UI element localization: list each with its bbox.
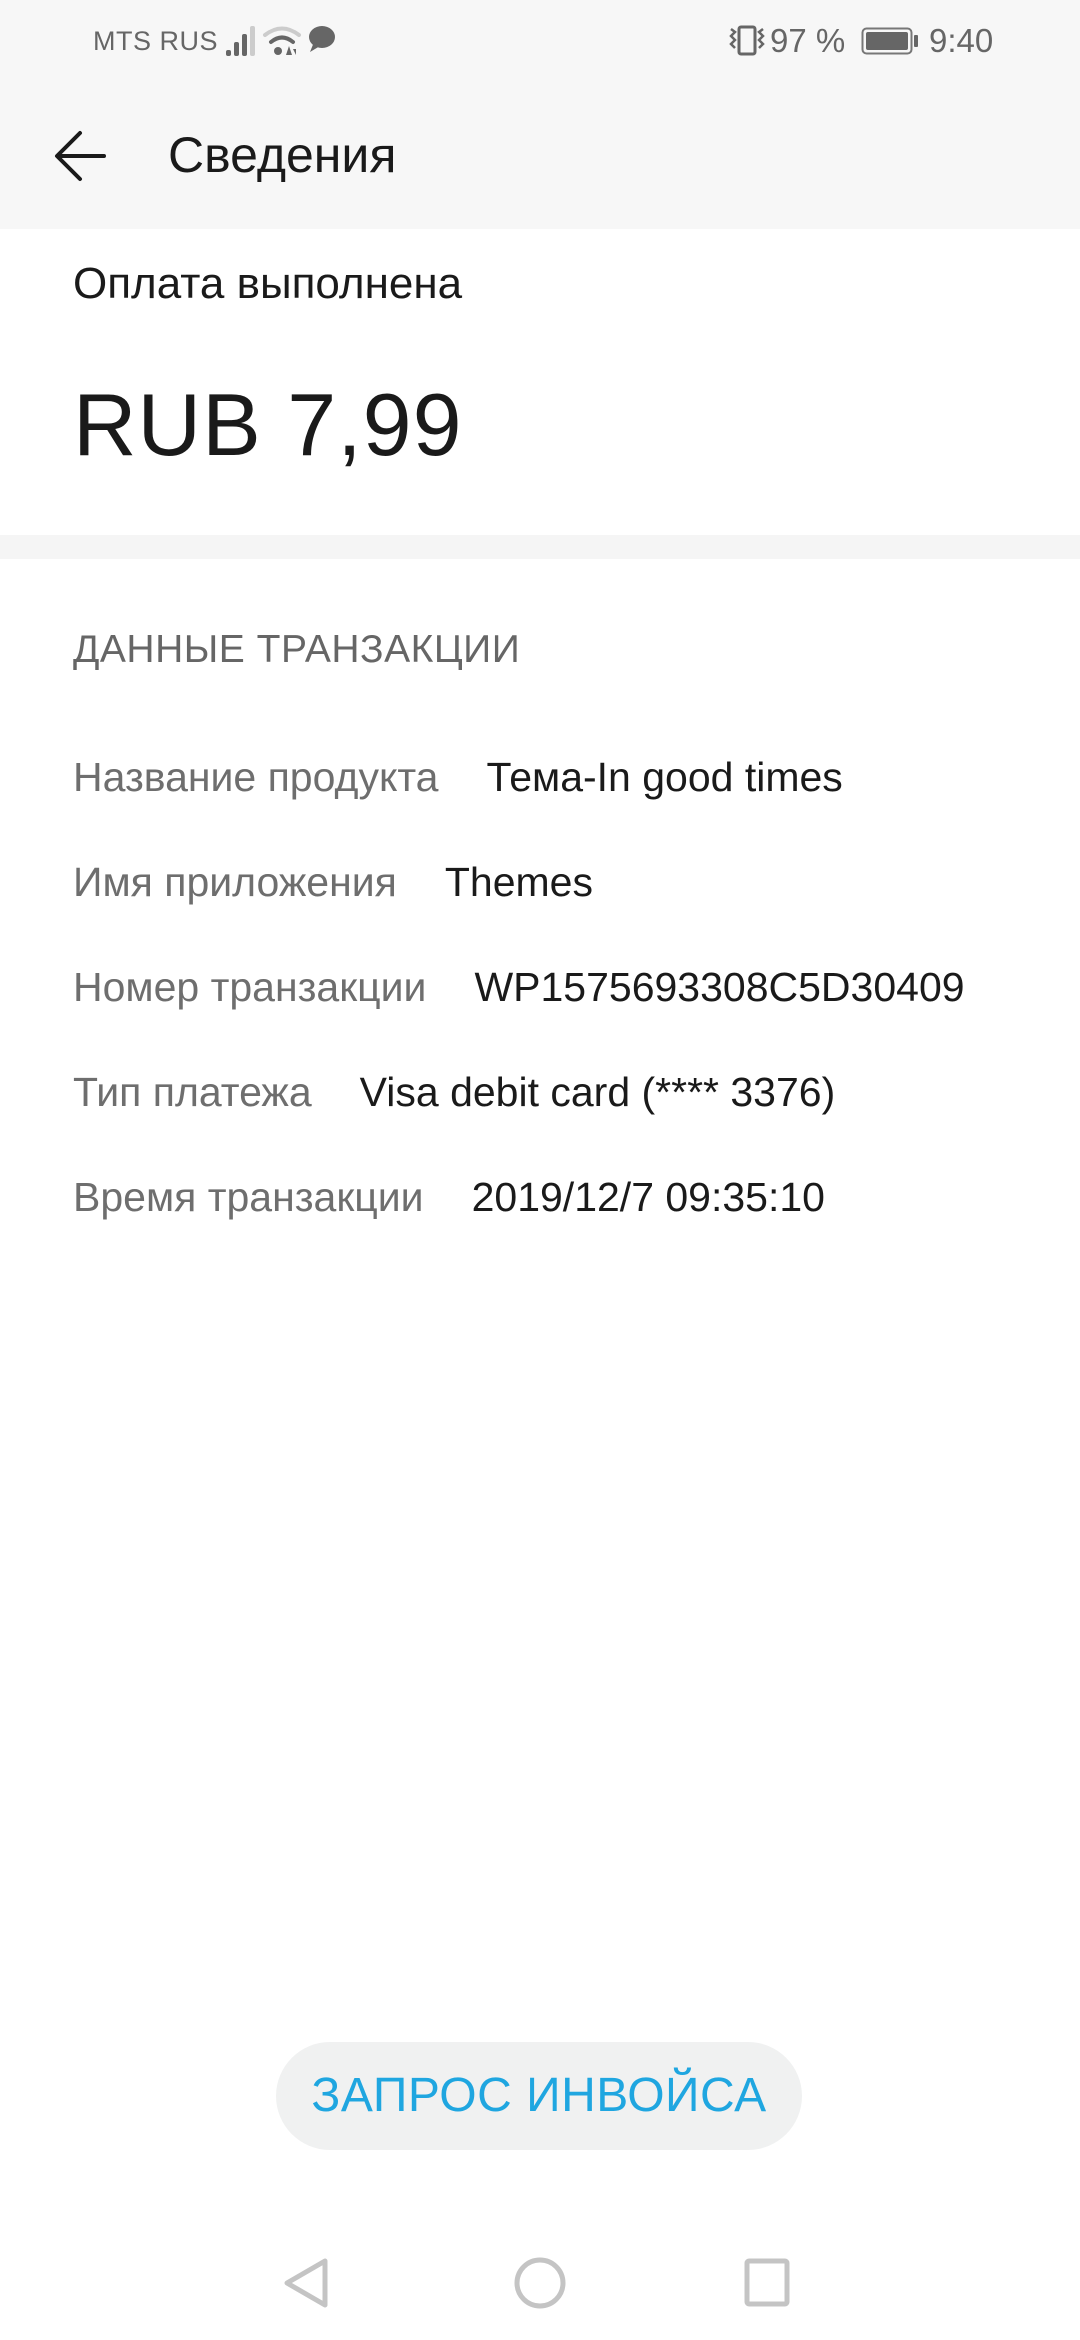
nav-recents-button[interactable] bbox=[735, 2250, 801, 2316]
recents-square-icon bbox=[744, 2258, 790, 2307]
wifi-icon bbox=[262, 24, 302, 63]
vibrate-icon bbox=[727, 24, 767, 63]
system-nav-bar bbox=[0, 2220, 1080, 2340]
arrow-left-icon bbox=[55, 131, 106, 181]
section-divider bbox=[0, 535, 1080, 559]
detail-value: Тема-In good times bbox=[486, 754, 843, 800]
transaction-section-title: ДАННЫЕ ТРАНЗАКЦИИ bbox=[73, 628, 521, 671]
detail-value: Visa debit card (**** 3376) bbox=[359, 1069, 836, 1115]
status-bar: MTS RUS 97 % 9:40 bbox=[0, 0, 1080, 86]
battery-percent: 97 % bbox=[770, 22, 846, 59]
nav-home-button[interactable] bbox=[507, 2250, 573, 2316]
payment-status: Оплата выполнена bbox=[73, 259, 463, 308]
detail-row-transaction-number: Номер транзакции WP1575693308C5D30409 bbox=[73, 964, 965, 1011]
detail-label: Время транзакции bbox=[73, 1174, 424, 1220]
battery-icon bbox=[861, 27, 921, 62]
nav-back-button[interactable] bbox=[277, 2250, 343, 2316]
detail-label: Номер транзакции bbox=[73, 964, 427, 1010]
page-title: Сведения bbox=[168, 127, 397, 183]
request-invoice-button[interactable]: ЗАПРОС ИНВОЙСА bbox=[276, 2042, 802, 2150]
detail-value: WP1575693308C5D30409 bbox=[474, 964, 965, 1010]
detail-row-transaction-time: Время транзакции 2019/12/7 09:35:10 bbox=[73, 1174, 825, 1221]
detail-row-app: Имя приложения Themes bbox=[73, 859, 593, 906]
clock: 9:40 bbox=[929, 22, 994, 59]
detail-label: Имя приложения bbox=[73, 859, 397, 905]
carrier-name: MTS RUS bbox=[93, 26, 218, 56]
payment-amount: RUB 7,99 bbox=[73, 375, 463, 474]
back-triangle-icon bbox=[284, 2258, 328, 2308]
payment-summary: Оплата выполнена RUB 7,99 bbox=[0, 229, 1080, 535]
detail-row-product: Название продукта Тема-In good times bbox=[73, 754, 843, 801]
app-bar: Сведения bbox=[0, 86, 1080, 229]
message-icon bbox=[306, 24, 336, 59]
detail-value: Themes bbox=[444, 859, 593, 905]
back-button[interactable] bbox=[50, 124, 114, 188]
detail-value: 2019/12/7 09:35:10 bbox=[471, 1174, 825, 1220]
detail-label: Тип платежа bbox=[73, 1069, 312, 1115]
signal-icon bbox=[225, 24, 257, 63]
detail-label: Название продукта bbox=[73, 754, 439, 800]
detail-row-payment-type: Тип платежа Visa debit card (**** 3376) bbox=[73, 1069, 835, 1116]
home-circle-icon bbox=[514, 2257, 566, 2309]
